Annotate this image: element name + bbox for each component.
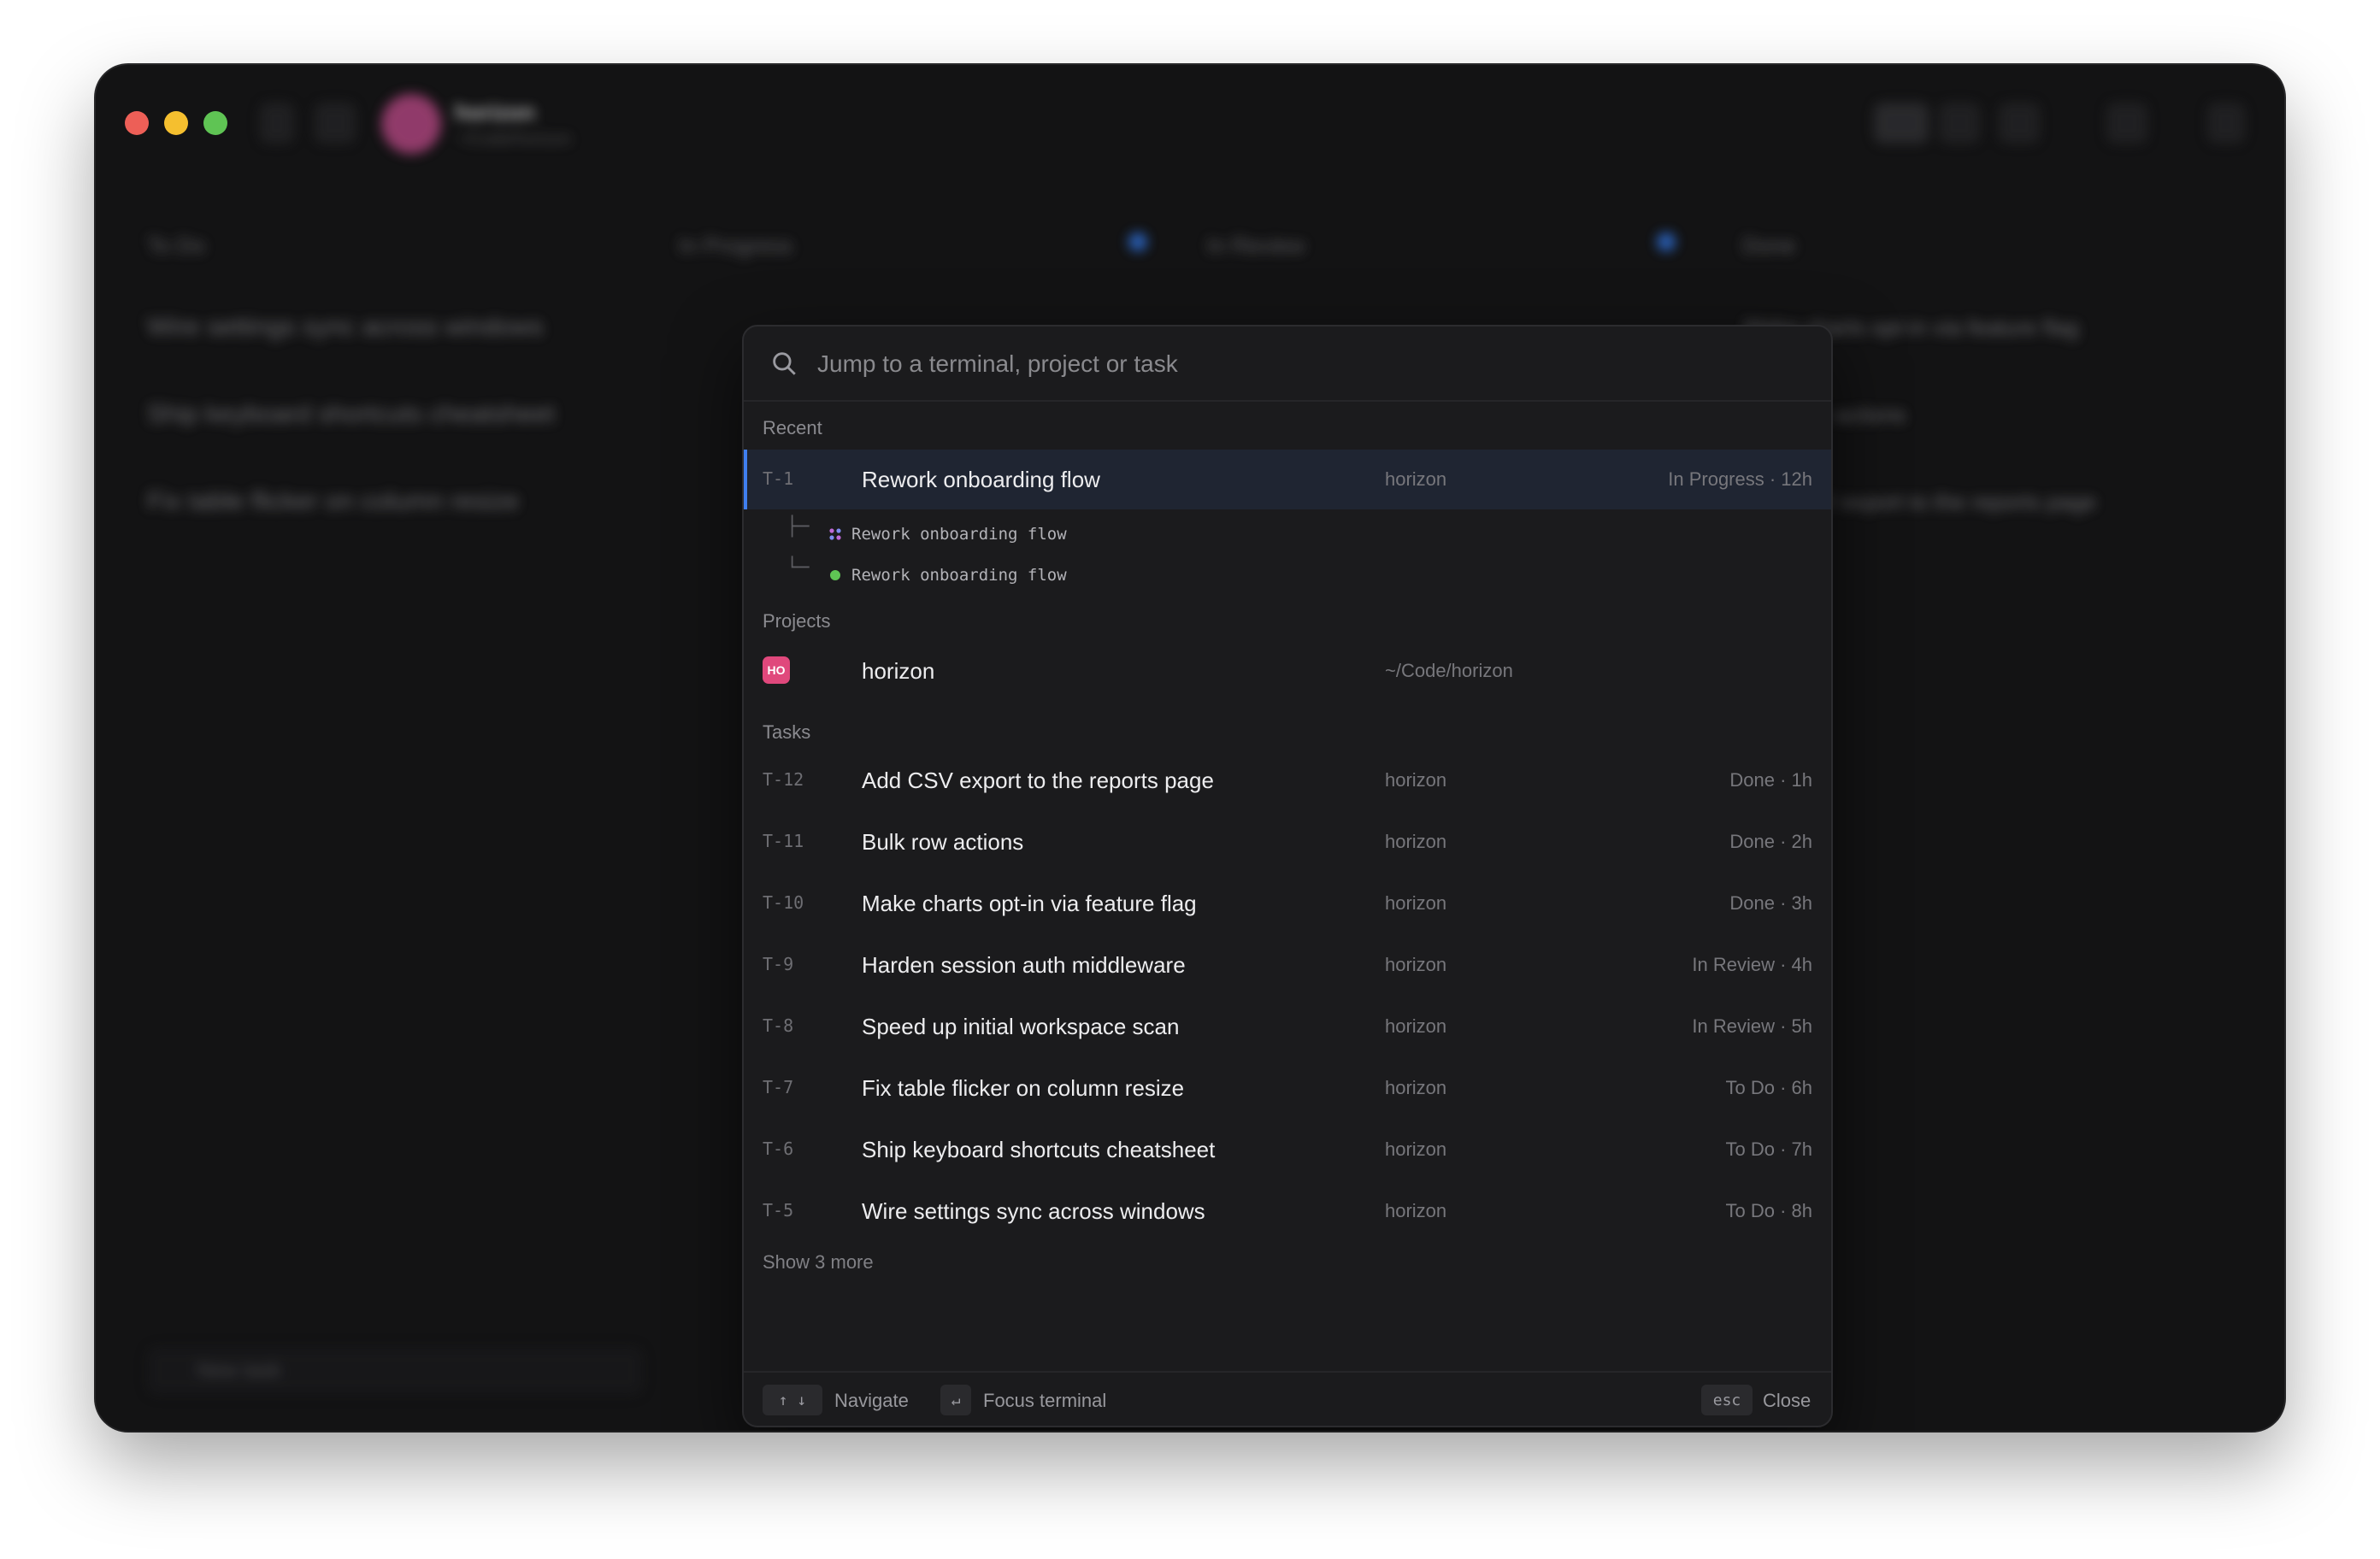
- column-badge: [1657, 232, 1676, 251]
- task-project: horizon: [1385, 1138, 1447, 1160]
- column-header-in-review: In Review: [1207, 232, 1305, 258]
- task-project: horizon: [1385, 769, 1447, 791]
- task-item[interactable]: T-5 Wire settings sync across windows hori…: [744, 1181, 1831, 1241]
- task-item[interactable]: T-7 Fix table flicker on column resize hor…: [744, 1058, 1831, 1118]
- agent-icon: [829, 528, 841, 540]
- column-badge: [1128, 232, 1147, 251]
- task-id: T-7: [763, 1077, 794, 1097]
- terminal-item[interactable]: └─ Rework onboarding flow: [744, 557, 1831, 595]
- new-task-label: New task: [197, 1359, 281, 1382]
- app-window: horizon ~/Code/horizon To Do In Progress…: [96, 65, 2284, 1431]
- close-window-button[interactable]: [125, 111, 149, 135]
- project-avatar: [381, 94, 441, 154]
- task-id: T-9: [763, 954, 794, 974]
- terminal-label: Rework onboarding flow: [851, 566, 1067, 585]
- section-label-projects: Projects: [763, 610, 831, 632]
- search-bar: [744, 327, 1831, 402]
- task-title: Add CSV export to the reports page: [862, 768, 1214, 793]
- column-header-in-progress: In Progress: [679, 232, 792, 258]
- focus-terminal-hint: Focus terminal: [983, 1390, 1107, 1411]
- project-item[interactable]: HO horizon ~/Code/horizon: [744, 641, 1831, 701]
- terminal-icon[interactable]: [2106, 103, 2147, 144]
- board-card[interactable]: Ship keyboard shortcuts cheatsheet: [147, 400, 555, 429]
- task-item[interactable]: T-12 Add CSV export to the reports page ho…: [744, 750, 1831, 810]
- settings-icon[interactable]: [2207, 103, 2245, 144]
- task-id: T-6: [763, 1138, 794, 1159]
- task-status: Done · 2h: [1729, 831, 1812, 852]
- search-icon: [773, 352, 796, 375]
- task-title: Make charts opt-in via feature flag: [862, 891, 1197, 916]
- palette-footer: ↑ ↓ Navigate ↵ Focus terminal esc Close: [744, 1371, 1831, 1426]
- project-badge: HO: [763, 656, 790, 684]
- column-header-done: Done: [1742, 232, 1796, 258]
- task-project: horizon: [1385, 1200, 1447, 1221]
- task-status: In Review · 5h: [1692, 1015, 1812, 1037]
- minimize-window-button[interactable]: [164, 111, 188, 135]
- task-status: Done · 1h: [1729, 769, 1812, 791]
- sidebar-toggle-icon[interactable]: [260, 103, 294, 144]
- task-item[interactable]: T-11 Bulk row actions horizon Done · 2h: [744, 812, 1831, 872]
- board-card[interactable]: Wire settings sync across windows: [147, 313, 543, 342]
- search-input[interactable]: [816, 342, 1802, 386]
- navigate-key: ↑ ↓: [763, 1385, 822, 1415]
- task-id: T-1: [763, 468, 794, 489]
- project-path: ~/Code/horizon: [1385, 660, 1513, 681]
- window-title: horizon: [455, 99, 535, 125]
- task-id: T-11: [763, 831, 804, 851]
- task-item[interactable]: T-8 Speed up initial workspace scan horizo…: [744, 997, 1831, 1056]
- task-status: In Review · 4h: [1692, 954, 1812, 975]
- task-title: Rework onboarding flow: [862, 467, 1100, 492]
- task-id: T-5: [763, 1200, 794, 1221]
- task-item[interactable]: T-10 Make charts opt-in via feature flag h…: [744, 874, 1831, 933]
- navigate-hint: Navigate: [834, 1390, 909, 1411]
- task-title: Bulk row actions: [862, 829, 1024, 855]
- task-title: Fix table flicker on column resize: [862, 1075, 1185, 1101]
- new-task-button[interactable]: New task: [147, 1347, 643, 1395]
- task-item[interactable]: T-9 Harden session auth middleware horizon…: [744, 935, 1831, 995]
- task-id: T-8: [763, 1015, 794, 1036]
- tree-connector: └─: [786, 557, 810, 579]
- task-status: In Progress · 12h: [1668, 468, 1812, 490]
- task-title: Speed up initial workspace scan: [862, 1014, 1180, 1039]
- task-status: To Do · 6h: [1725, 1077, 1813, 1098]
- task-id: T-12: [763, 769, 804, 790]
- tree-connector: ├─: [786, 516, 810, 538]
- status-dot-icon: [830, 570, 840, 580]
- task-status: To Do · 8h: [1725, 1200, 1813, 1221]
- list-view-icon[interactable]: [1939, 103, 1980, 144]
- task-project: horizon: [1385, 468, 1447, 490]
- back-icon[interactable]: [315, 103, 356, 144]
- command-palette: Recent T-1 Rework onboarding flow horizo…: [742, 325, 1833, 1427]
- esc-key: esc: [1701, 1385, 1753, 1415]
- zoom-window-button[interactable]: [203, 111, 227, 135]
- task-id: T-10: [763, 892, 804, 913]
- board-card[interactable]: Fix table flicker on column resize: [147, 487, 519, 516]
- task-project: horizon: [1385, 831, 1447, 852]
- show-more-link[interactable]: Show 3 more: [763, 1251, 874, 1274]
- enter-key: ↵: [940, 1385, 971, 1415]
- task-title: Harden session auth middleware: [862, 952, 1186, 978]
- terminal-item[interactable]: ├─ Rework onboarding flow: [744, 516, 1831, 554]
- task-title: Wire settings sync across windows: [862, 1198, 1205, 1224]
- recent-item[interactable]: T-1 Rework onboarding flow horizon In Pr…: [744, 450, 1831, 509]
- task-project: horizon: [1385, 1015, 1447, 1037]
- task-status: To Do · 7h: [1725, 1138, 1813, 1160]
- task-project: horizon: [1385, 954, 1447, 975]
- section-label-tasks: Tasks: [763, 721, 811, 743]
- board-view-icon[interactable]: [1874, 103, 1929, 144]
- task-title: Ship keyboard shortcuts cheatsheet: [862, 1137, 1216, 1162]
- close-hint[interactable]: Close: [1763, 1390, 1811, 1412]
- task-project: horizon: [1385, 1077, 1447, 1098]
- task-status: Done · 3h: [1729, 892, 1812, 914]
- section-label-recent: Recent: [763, 417, 822, 438]
- terminal-label: Rework onboarding flow: [851, 525, 1067, 544]
- task-project: horizon: [1385, 892, 1447, 914]
- grid-view-icon[interactable]: [1999, 103, 2040, 144]
- task-item[interactable]: T-6 Ship keyboard shortcuts cheatsheet hor…: [744, 1120, 1831, 1180]
- column-header-todo: To Do: [147, 232, 205, 258]
- project-name: horizon: [862, 658, 935, 684]
- window-subtitle: ~/Code/horizon: [455, 130, 572, 149]
